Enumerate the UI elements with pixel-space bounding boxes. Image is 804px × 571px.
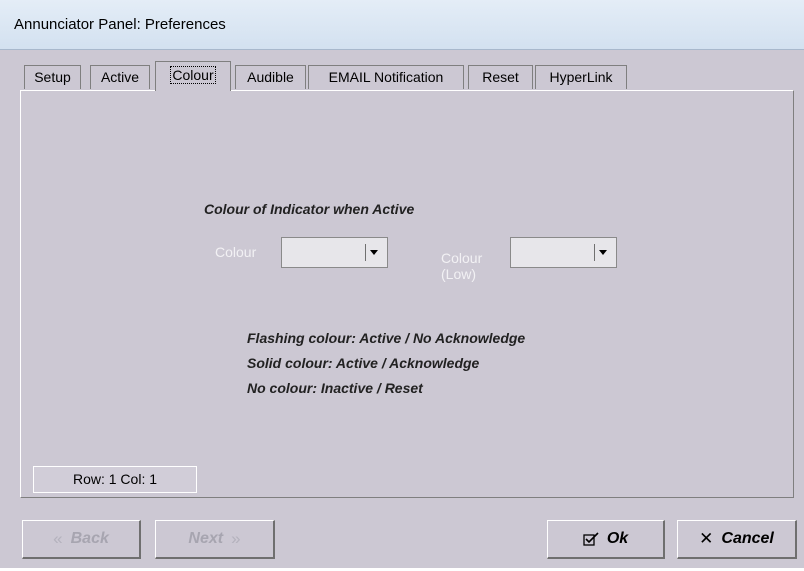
tab-colour[interactable]: Colour [155,61,231,91]
colour-low-label-line2: (Low) [441,266,477,282]
tab-email-notification[interactable]: EMAIL Notification [308,65,464,89]
tab-audible[interactable]: Audible [235,65,306,89]
info-line-none: No colour: Inactive / Reset [247,380,423,396]
tab-label: HyperLink [549,69,613,85]
info-line-solid: Solid colour: Active / Acknowledge [247,355,480,371]
tab-label: Setup [34,69,71,85]
tab-active[interactable]: Active [90,65,150,89]
chevron-down-icon[interactable] [370,250,378,255]
back-button-label: Back [70,530,109,547]
tab-label: EMAIL Notification [328,69,444,85]
tab-label: Reset [482,69,519,85]
ok-button[interactable]: Ok [547,520,665,559]
back-button[interactable]: « Back [22,520,141,559]
title-bar: Annunciator Panel: Preferences [0,0,804,50]
double-chevron-right-icon: » [231,529,241,548]
colour-dropdown[interactable] [281,237,388,268]
tab-reset[interactable]: Reset [468,65,533,89]
dropdown-divider [594,244,595,261]
colour-low-dropdown[interactable] [510,237,617,268]
double-chevron-left-icon: « [53,529,63,548]
tab-hyperlink[interactable]: HyperLink [535,65,627,89]
tab-label: Active [100,69,140,85]
row-col-status: Row: 1 Col: 1 [33,466,197,493]
checkbox-check-icon [583,532,599,546]
window-title: Annunciator Panel: Preferences [14,16,226,33]
tab-setup[interactable]: Setup [24,65,81,89]
dropdown-divider [365,244,366,261]
chevron-down-icon[interactable] [599,250,607,255]
tab-label: Audible [247,69,294,85]
colour-low-label-line1: Colour [441,250,483,266]
colour-heading: Colour of Indicator when Active [204,201,415,217]
tab-panel-colour [20,90,794,498]
tab-label: Colour [170,66,216,84]
colour-label: Colour [215,244,257,260]
info-line-flashing: Flashing colour: Active / No Acknowledge [247,330,526,346]
cancel-button[interactable]: ✕ Cancel [677,520,797,559]
ok-button-label: Ok [606,530,629,547]
cancel-button-label: Cancel [721,530,774,547]
next-button[interactable]: Next » [155,520,275,559]
x-icon: ✕ [699,529,714,548]
next-button-label: Next [188,530,224,547]
colour-low-label: Colour (Low) [441,250,482,282]
